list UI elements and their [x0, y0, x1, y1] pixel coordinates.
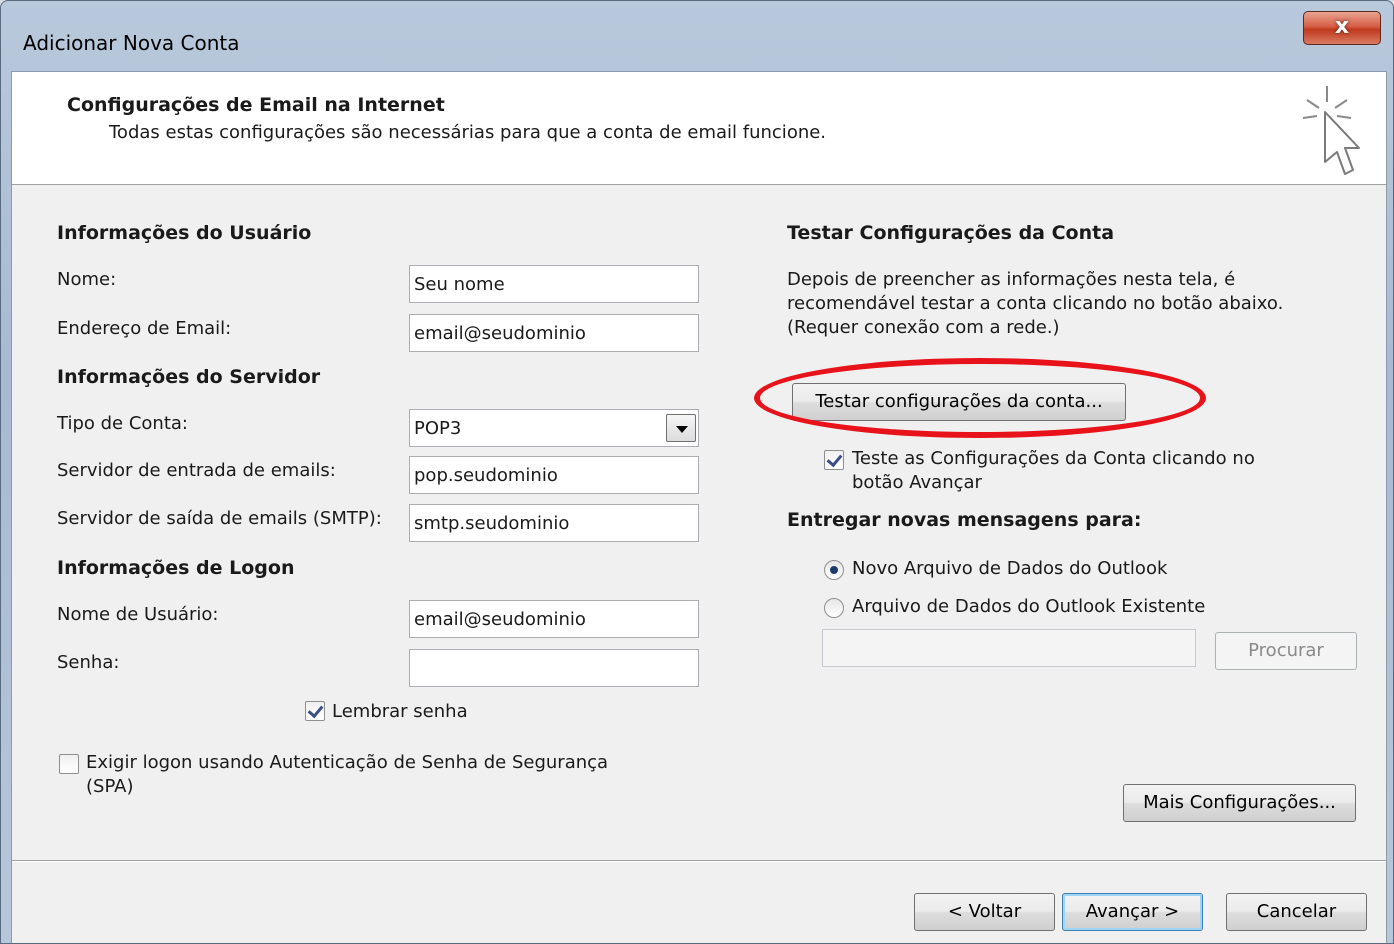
footer-divider — [12, 860, 1386, 862]
test-settings-heading: Testar Configurações da Conta — [787, 222, 1115, 244]
incoming-server-input[interactable]: pop.seudominio — [409, 456, 699, 494]
spa-label-line1[interactable]: Exigir logon usando Autenticação de Senh… — [86, 752, 608, 773]
user-info-heading: Informações do Usuário — [57, 222, 312, 244]
cancel-button[interactable]: Cancelar — [1226, 893, 1367, 931]
page-subtitle: Todas estas configurações são necessária… — [109, 122, 827, 143]
username-label: Nome de Usuário: — [57, 604, 219, 625]
logon-info-heading: Informações de Logon — [57, 557, 295, 579]
description-line-2: recomendável testar a conta clicando no … — [787, 293, 1284, 314]
email-input[interactable]: email@seudominio — [409, 314, 699, 352]
incoming-server-label: Servidor de entrada de emails: — [57, 460, 336, 481]
spa-label-line2[interactable]: (SPA) — [86, 776, 134, 797]
username-input[interactable]: email@seudominio — [409, 600, 699, 638]
spa-checkbox[interactable] — [59, 754, 79, 774]
auto-test-label-line2: botão Avançar — [852, 472, 982, 493]
email-label: Endereço de Email: — [57, 318, 232, 339]
back-button[interactable]: < Voltar — [914, 893, 1055, 931]
password-input[interactable] — [409, 649, 699, 687]
radio-existing-data-file[interactable] — [824, 598, 844, 618]
account-type-select[interactable]: POP3 — [409, 409, 699, 447]
auto-test-label[interactable]: Teste as Configurações da Conta clicando… — [852, 447, 1255, 495]
click-cursor-icon — [1302, 86, 1360, 175]
radio-new-data-file[interactable] — [824, 560, 844, 580]
next-button[interactable]: Avançar > — [1062, 893, 1203, 931]
wizard-header: Configurações de Email na Internet Todas… — [12, 72, 1386, 185]
account-type-value: POP3 — [414, 418, 462, 439]
outgoing-server-input[interactable]: smtp.seudominio — [409, 504, 699, 542]
description-line-1: Depois de preencher as informações nesta… — [787, 269, 1236, 290]
radio-existing-data-file-label[interactable]: Arquivo de Dados do Outlook Existente — [852, 596, 1205, 617]
outgoing-server-label: Servidor de saída de emails (SMTP): — [57, 508, 382, 529]
radio-new-data-file-label[interactable]: Novo Arquivo de Dados do Outlook — [852, 558, 1167, 579]
remember-password-checkbox[interactable] — [305, 701, 325, 721]
dialog-window: Adicionar Nova Conta x Configurações de … — [0, 0, 1394, 944]
existing-file-path-input[interactable] — [822, 629, 1196, 667]
remember-password-label[interactable]: Lembrar senha — [332, 701, 468, 722]
browse-button[interactable]: Procurar — [1215, 632, 1357, 670]
window-title: Adicionar Nova Conta — [23, 31, 240, 55]
deliver-heading: Entregar novas mensagens para: — [787, 509, 1142, 531]
account-type-label: Tipo de Conta: — [57, 413, 188, 434]
more-settings-button[interactable]: Mais Configurações... — [1123, 784, 1356, 822]
highlight-annotation — [754, 358, 1206, 438]
description-line-3: (Requer conexão com a rede.) — [787, 317, 1060, 338]
test-settings-description: Depois de preencher as informações nesta… — [787, 268, 1327, 340]
name-label: Nome: — [57, 269, 117, 290]
dialog-content: Configurações de Email na Internet Todas… — [11, 71, 1387, 943]
title-bar[interactable]: Adicionar Nova Conta x — [1, 1, 1393, 71]
server-info-heading: Informações do Servidor — [57, 366, 321, 388]
close-button[interactable]: x — [1303, 11, 1381, 45]
chevron-down-icon[interactable] — [666, 414, 696, 442]
auto-test-checkbox[interactable] — [824, 450, 844, 470]
name-input[interactable]: Seu nome — [409, 265, 699, 303]
password-label: Senha: — [57, 652, 120, 673]
page-title: Configurações de Email na Internet — [67, 94, 445, 116]
auto-test-label-line1: Teste as Configurações da Conta clicando… — [852, 448, 1255, 469]
